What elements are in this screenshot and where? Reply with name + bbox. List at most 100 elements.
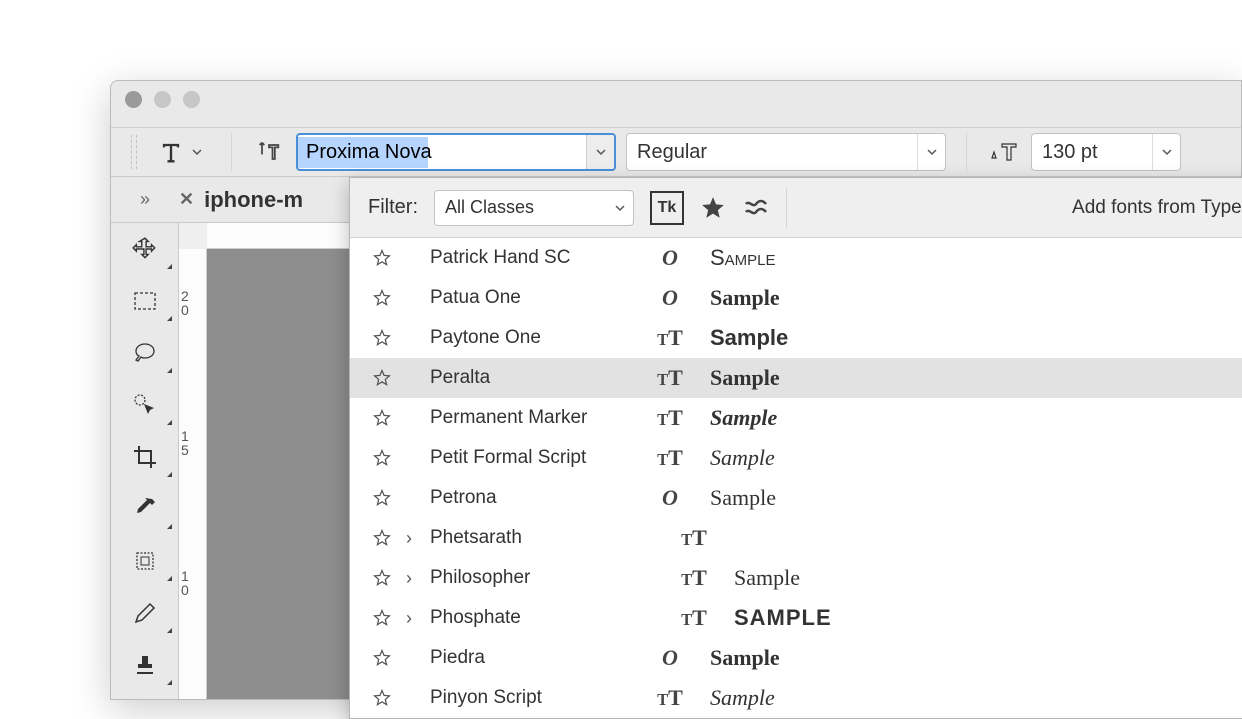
font-style-field[interactable]: Regular: [626, 133, 946, 171]
font-name: Patua One: [402, 287, 642, 309]
font-type-icon: TT: [652, 685, 688, 711]
font-list-item[interactable]: PiedraOSample: [350, 638, 1242, 678]
font-sample: SAMPLE: [722, 605, 832, 631]
favorite-star-icon[interactable]: [372, 328, 392, 348]
crop-tool[interactable]: [111, 431, 178, 483]
similar-filter-icon[interactable]: [742, 198, 770, 218]
font-name: Phetsarath: [426, 527, 666, 549]
options-bar: Regular 130 pt: [111, 127, 1241, 177]
filter-label: Filter:: [368, 196, 418, 219]
font-list-item[interactable]: ›PhosphateTTSAMPLE: [350, 598, 1242, 638]
font-name: Philosopher: [426, 567, 666, 589]
chevron-down-icon: [1161, 146, 1173, 158]
quick-selection-tool[interactable]: [111, 379, 178, 431]
font-size-icon-button[interactable]: [987, 135, 1021, 169]
typekit-add-label: Add fonts from Typekit:: [1072, 197, 1242, 219]
font-sample: Sample: [698, 405, 777, 431]
font-size-dropdown-button[interactable]: [1152, 134, 1180, 170]
favorite-star-icon[interactable]: [372, 488, 392, 508]
text-orientation-toggle[interactable]: [252, 135, 286, 169]
font-family-field[interactable]: [296, 133, 616, 171]
patch-tool[interactable]: [111, 535, 178, 587]
font-filter-bar: Filter: All Classes Tk Add fonts from Ty…: [350, 178, 1242, 238]
favorite-star-icon[interactable]: [372, 648, 392, 668]
favorite-star-icon[interactable]: [372, 688, 392, 708]
favorite-star-icon[interactable]: [372, 368, 392, 388]
font-list-item[interactable]: Petit Formal ScriptTTSample: [350, 438, 1242, 478]
favorite-star-icon[interactable]: [372, 448, 392, 468]
font-list[interactable]: Patrick Hand SC O Sample Patua One O Sample Pa…: [350, 238, 1242, 718]
patch-icon: [132, 548, 158, 574]
font-type-icon: O: [652, 285, 688, 311]
favorite-star-icon[interactable]: [372, 248, 392, 268]
favorite-star-icon[interactable]: [372, 568, 392, 588]
star-filter-icon[interactable]: [700, 195, 726, 221]
font-list-item[interactable]: ›PhetsarathTT: [350, 518, 1242, 558]
tab-title: iphone-m: [204, 187, 303, 213]
expand-panels-button[interactable]: »: [111, 189, 179, 210]
toolbar-grip[interactable]: [131, 135, 137, 169]
expand-family-icon[interactable]: ›: [402, 608, 416, 629]
favorite-star-icon[interactable]: [372, 408, 392, 428]
expand-family-icon[interactable]: ›: [402, 568, 416, 589]
favorite-star-icon[interactable]: [372, 288, 392, 308]
font-list-item[interactable]: Patrick Hand SCOSample: [350, 238, 1242, 278]
font-classes-select[interactable]: All Classes: [434, 190, 634, 226]
type-tool-indicator[interactable]: [157, 138, 203, 166]
chevron-down-icon: [191, 146, 203, 158]
quick-select-icon: [132, 392, 158, 418]
font-type-icon: O: [652, 245, 688, 271]
font-name: Piedra: [402, 647, 642, 669]
favorite-star-icon[interactable]: [372, 528, 392, 548]
font-list-item[interactable]: ›PhilosopherTTSample: [350, 558, 1242, 598]
eyedropper-tool[interactable]: [111, 483, 178, 535]
font-type-icon: TT: [676, 565, 712, 591]
move-icon: [132, 236, 158, 262]
font-list-item[interactable]: Patua OneOSample: [350, 278, 1242, 318]
font-style-dropdown-button[interactable]: [917, 134, 945, 170]
marquee-tool[interactable]: [111, 275, 178, 327]
font-name: Petrona: [402, 487, 642, 509]
window-close-button[interactable]: [125, 91, 142, 108]
font-size-value: 130 pt: [1042, 141, 1152, 164]
window-zoom-button[interactable]: [183, 91, 200, 108]
font-family-input[interactable]: [298, 137, 586, 168]
stamp-tool[interactable]: [111, 639, 178, 691]
font-list-item[interactable]: PeraltaTTSample: [350, 358, 1242, 398]
favorite-star-icon[interactable]: [372, 608, 392, 628]
font-list-item[interactable]: Permanent MarkerTTSample: [350, 398, 1242, 438]
font-list-item[interactable]: Paytone OneTTSample: [350, 318, 1242, 358]
ruler-label: 1: [181, 429, 189, 443]
font-list-item[interactable]: Pinyon ScriptTTSample: [350, 678, 1242, 718]
window-traffic-lights: [125, 91, 200, 108]
expand-family-icon[interactable]: ›: [402, 528, 416, 549]
lasso-icon: [132, 341, 158, 365]
chevron-down-icon: [614, 202, 626, 214]
typekit-filter-button[interactable]: Tk: [650, 191, 684, 225]
font-list-item[interactable]: PetronaOSample: [350, 478, 1242, 518]
marquee-icon: [133, 291, 157, 311]
pencil-tool[interactable]: [111, 587, 178, 639]
font-type-icon: TT: [652, 445, 688, 471]
eyedropper-icon: [132, 496, 158, 522]
font-sample: Sample: [698, 485, 776, 511]
app-window: Regular 130 pt » ✕ iphone-m -14 at 11.: [110, 80, 1242, 700]
chevron-down-icon: [595, 146, 607, 158]
font-classes-value: All Classes: [445, 197, 607, 218]
font-family-dropdown-button[interactable]: [586, 135, 614, 169]
move-tool[interactable]: [111, 223, 178, 275]
font-name: Paytone One: [402, 327, 642, 349]
window-minimize-button[interactable]: [154, 91, 171, 108]
font-sample: Sample: [698, 685, 775, 711]
font-name: Patrick Hand SC: [402, 247, 642, 269]
crop-icon: [132, 444, 158, 470]
font-type-icon: TT: [652, 325, 688, 351]
font-sample: Sample: [698, 445, 775, 471]
ruler-label: 5: [181, 443, 189, 457]
lasso-tool[interactable]: [111, 327, 178, 379]
font-type-icon: TT: [676, 605, 712, 631]
font-size-field[interactable]: 130 pt: [1031, 133, 1181, 171]
tab-close-button[interactable]: ✕: [179, 189, 194, 210]
ruler-vertical[interactable]: 2 0 1 5 1 0: [179, 249, 207, 699]
document-tab[interactable]: ✕ iphone-m: [179, 187, 303, 213]
